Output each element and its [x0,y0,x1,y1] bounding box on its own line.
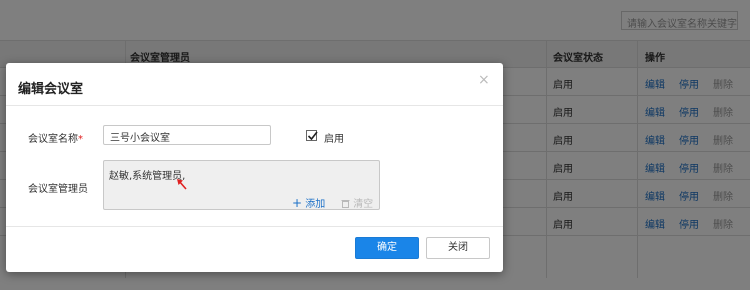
enable-label: 启用 [324,134,344,145]
clear-admin-button[interactable]: 清空 [341,195,373,210]
app-screen: 请输入会议室名称关键字 会议室管理员 会议室状态 操作 启用 编辑 停用 删除 … [0,0,750,290]
confirm-button[interactable]: 确定 [355,237,419,259]
plus-icon: + [292,196,303,210]
add-admin-button[interactable]: + 添加 [292,195,325,210]
header-divider [6,105,503,106]
annotation-arrow-icon [177,179,187,190]
enable-checkbox[interactable] [306,130,318,141]
check-icon [307,131,318,141]
dialog-title: 编辑会议室 [18,82,84,97]
trash-icon [341,200,350,208]
room-name-input[interactable]: 三号小会议室 [103,125,271,145]
room-admin-value: 赵敏,系统管理员, [109,171,186,182]
room-name-label: 会议室名称* [28,134,83,145]
close-button[interactable]: 关闭 [426,237,490,259]
room-admin-field[interactable]: 赵敏,系统管理员, + 添加 清空 [103,160,380,210]
edit-meeting-room-dialog: 编辑会议室 × 会议室名称* 三号小会议室 启用 会议室管理员 赵敏,系统管理员… [6,63,503,272]
room-admin-label: 会议室管理员 [28,184,88,195]
footer-divider [6,226,503,227]
close-icon[interactable]: × [478,72,490,88]
required-mark: * [78,134,83,145]
